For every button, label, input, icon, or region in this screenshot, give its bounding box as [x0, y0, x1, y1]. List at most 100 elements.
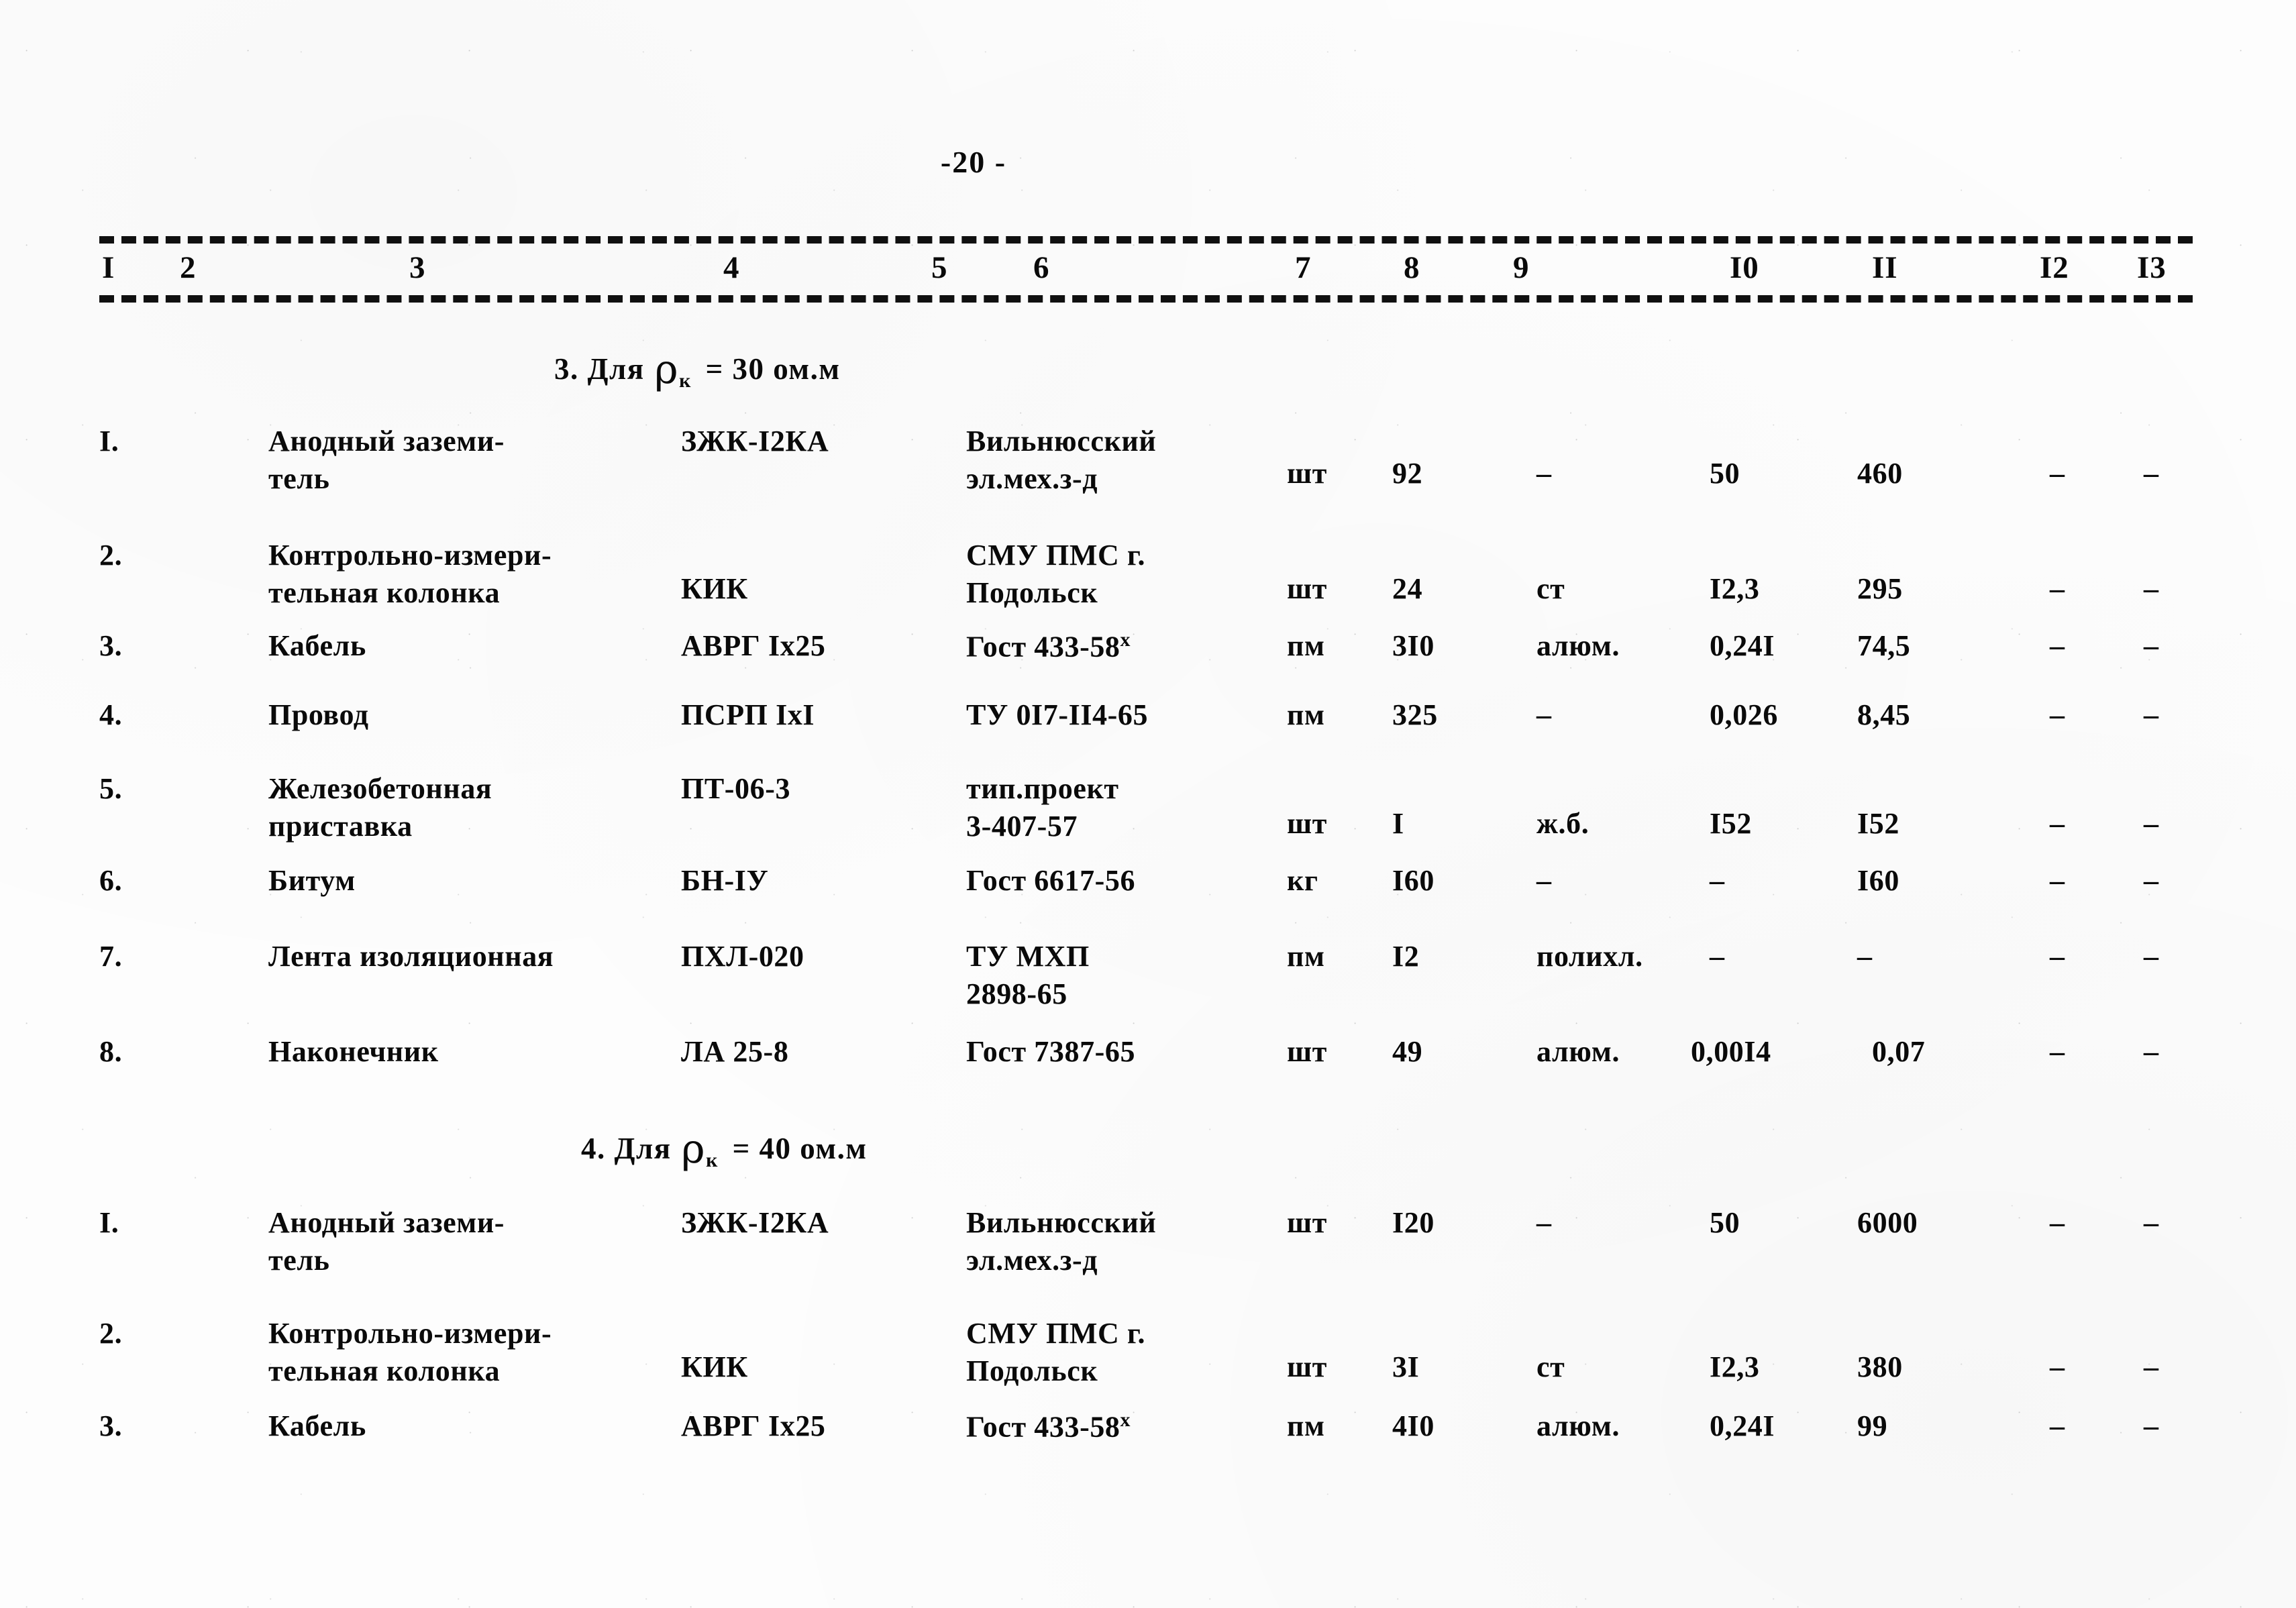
item-name: Контрольно-измери- тельная колонка [268, 539, 552, 610]
section-3-prefix: Для [587, 352, 645, 386]
item-col12: – [2050, 1350, 2065, 1383]
row-number: I. [99, 425, 119, 458]
item-total-weight: 8,45 [1857, 698, 1911, 731]
item-qty: I [1392, 807, 1404, 840]
item-name: Битум [268, 864, 356, 897]
item-material: – [1536, 1206, 1552, 1239]
item-type: ЗЖК-I2КА [681, 425, 829, 458]
column-header-7: 7 [1295, 250, 1312, 285]
item-col12: – [2050, 1409, 2065, 1442]
item-unit-weight: 0,00I4 [1691, 1035, 1771, 1068]
item-total-weight: 295 [1857, 572, 1903, 605]
item-unit: кг [1287, 864, 1318, 897]
section-4-suffix: = 40 ом.м [732, 1132, 868, 1165]
item-unit-weight: I52 [1710, 807, 1752, 840]
item-qty: 3I [1392, 1350, 1420, 1383]
column-header-13: I3 [2137, 250, 2167, 285]
item-type: ПСРП IхI [681, 698, 815, 731]
item-unit: шт [1287, 1350, 1327, 1383]
section-4-number: 4. [581, 1132, 606, 1165]
item-standard: тип.проект 3-407-57 [966, 772, 1119, 843]
item-col12: – [2050, 807, 2065, 840]
item-unit: пм [1287, 698, 1325, 731]
item-material: ст [1536, 572, 1565, 605]
item-name: Кабель [268, 1409, 366, 1442]
item-unit-weight: 0,24I [1710, 1409, 1775, 1442]
rho-subscript-4: к [706, 1149, 719, 1171]
row-number: 7. [99, 940, 123, 973]
item-qty: 4I0 [1392, 1409, 1434, 1442]
item-total-weight: I60 [1857, 864, 1899, 897]
item-unit-weight: – [1710, 864, 1725, 897]
item-col13: – [2144, 1206, 2159, 1239]
item-total-weight: 99 [1857, 1409, 1888, 1442]
column-header-5: 5 [931, 250, 948, 285]
row-number: 8. [99, 1035, 123, 1068]
item-unit: шт [1287, 1035, 1327, 1068]
page-number: -20 - [940, 145, 1007, 179]
item-col12: – [2050, 698, 2065, 731]
item-total-weight: 6000 [1857, 1206, 1918, 1239]
section-heading-4: 4. Для ρк = 40 ом.м [581, 1122, 868, 1173]
table-column-headers: I 2 3 4 5 6 7 8 9 I0 II I2 I3 [0, 250, 2296, 288]
item-standard: СМУ ПМС г. Подольск [966, 539, 1146, 610]
column-header-8: 8 [1404, 250, 1420, 285]
item-qty: I20 [1392, 1206, 1434, 1239]
item-standard: Гост 6617-56 [966, 864, 1136, 897]
item-unit: шт [1287, 807, 1327, 840]
item-standard: Вильнюсский эл.мех.з-д [966, 1206, 1157, 1277]
item-total-weight: 460 [1857, 457, 1903, 490]
rho-symbol-4: ρ [681, 1126, 707, 1173]
item-type: КИК [681, 1350, 748, 1383]
item-name: Анодный заземи- тель [268, 1206, 505, 1277]
item-type: БН-IУ [681, 864, 769, 897]
item-standard: Вильнюсский эл.мех.з-д [966, 425, 1157, 496]
column-header-4: 4 [723, 250, 740, 285]
table-header-rule-bottom [99, 295, 2193, 303]
item-material: алюм. [1536, 629, 1620, 662]
item-col13: – [2144, 572, 2159, 605]
item-total-weight: 0,07 [1872, 1035, 1926, 1068]
item-material: – [1536, 698, 1552, 731]
item-col12: – [2050, 457, 2065, 490]
column-header-9: 9 [1513, 250, 1530, 285]
item-unit-weight: 50 [1710, 457, 1740, 490]
item-qty: 49 [1392, 1035, 1423, 1068]
item-name: Лента изоляционная [268, 940, 554, 973]
item-unit-weight: – [1710, 940, 1725, 973]
item-col13: – [2144, 807, 2159, 840]
item-qty: 24 [1392, 572, 1423, 605]
item-unit: шт [1287, 457, 1327, 490]
column-header-6: 6 [1033, 250, 1050, 285]
item-unit: пм [1287, 940, 1325, 973]
item-type: ПТ-06-3 [681, 772, 791, 805]
item-name: Провод [268, 698, 369, 731]
item-type: ЗЖК-I2КА [681, 1206, 829, 1239]
column-header-12: I2 [2040, 250, 2069, 285]
item-standard: Гост 433-58х [966, 627, 1282, 666]
item-type: КИК [681, 572, 748, 605]
column-header-11: II [1872, 250, 1898, 285]
document-sheet: -20 - I 2 3 4 5 6 7 8 9 I0 II I2 I3 3. Д… [0, 0, 2296, 1608]
section-heading-3: 3. Для ρк = 30 ом.м [554, 342, 840, 393]
item-type: АВРГ Iх25 [681, 629, 826, 662]
item-col12: – [2050, 629, 2065, 662]
item-col13: – [2144, 1409, 2159, 1442]
rho-subscript-3: к [679, 370, 692, 392]
item-col12: – [2050, 940, 2065, 973]
item-standard: СМУ ПМС г. Подольск [966, 1317, 1146, 1388]
item-type: ЛА 25-8 [681, 1035, 789, 1068]
item-unit-weight: 50 [1710, 1206, 1740, 1239]
item-material: ст [1536, 1350, 1565, 1383]
item-type: АВРГ Iх25 [681, 1409, 826, 1442]
row-number: 6. [99, 864, 123, 897]
item-name: Наконечник [268, 1035, 439, 1068]
rho-symbol-3: ρ [654, 346, 680, 393]
section-3-number: 3. [554, 352, 579, 386]
standard-superscript: х [1120, 629, 1131, 651]
item-col13: – [2144, 698, 2159, 731]
item-name: Контрольно-измери- тельная колонка [268, 1317, 552, 1388]
item-unit-weight: I2,3 [1710, 572, 1760, 605]
item-unit: пм [1287, 629, 1325, 662]
row-number: 3. [99, 1409, 123, 1442]
